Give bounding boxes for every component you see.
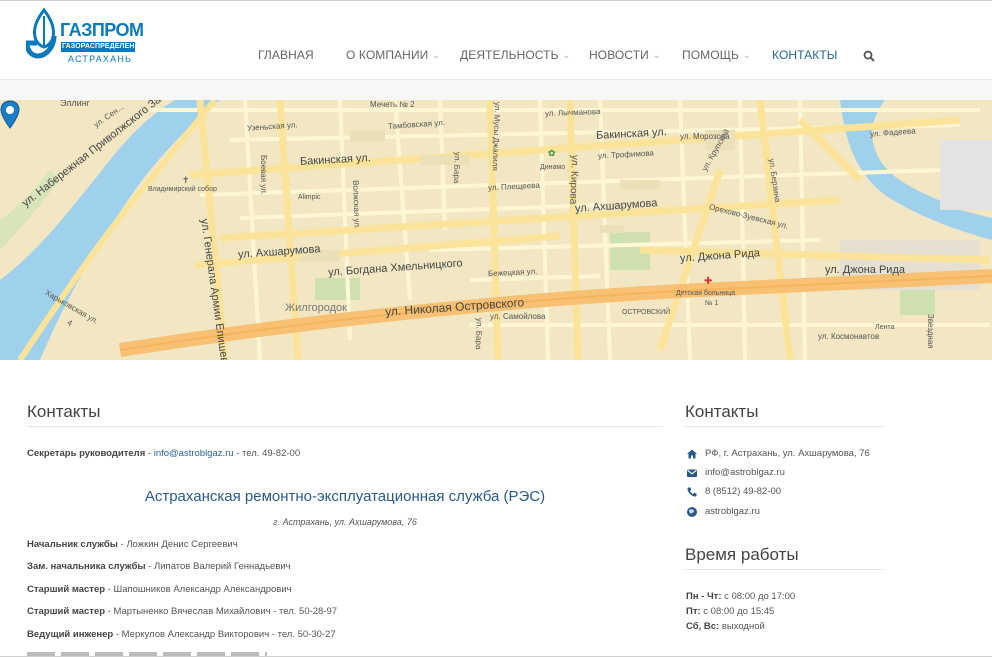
envelope-icon (687, 469, 697, 477)
map-label-volzhskaya: Волжская ул. (351, 180, 362, 230)
hours-row: Пт: с 08:00 до 15:45 (686, 606, 774, 617)
logo-sub1: ГАЗОРАСПРЕДЕЛЕНИЕ (62, 43, 145, 50)
sidebar-contacts-heading: Контакты (685, 402, 759, 421)
staff-person: - Мартыненко Вячеслав Михайлович - тел. … (105, 606, 338, 617)
map-label-vladimirsky: Владимирский собор (148, 186, 217, 193)
map-label-bolnitsa-n: № 1 (705, 300, 719, 307)
search-icon[interactable] (863, 50, 875, 62)
map-label-bara2: ул. Бара (473, 317, 484, 350)
contacts-heading: Контакты (27, 402, 101, 421)
secretary-phone: - тел. 49-82-00 (233, 448, 301, 459)
map-label-elling: Эллинг (60, 100, 90, 108)
hours-time: с 08:00 до 15:45 (700, 606, 775, 617)
map-label-samoylova: ул. Самойлова (490, 312, 546, 321)
res-title: Астраханская ремонтно-эксплуатационная с… (144, 488, 546, 505)
nav-contacts-label: КОНТАКТЫ (772, 48, 838, 62)
secretary-sep: - (145, 448, 154, 459)
stadium-icon: ✿ (548, 148, 556, 158)
hours-days: Пт: (686, 606, 701, 617)
nav-home[interactable]: ГЛАВНАЯ (258, 48, 314, 62)
staff-role: Старший мастер (27, 584, 106, 595)
staff-row: Ведущий инженер - Меркулов Александр Вик… (27, 629, 336, 640)
chevron-down-icon: ⌄ (562, 50, 571, 60)
nav-news[interactable]: НОВОСТИ ⌄ (589, 48, 661, 62)
sidebar-address: РФ, г. Астрахань, ул. Ахшарумова, 76 (705, 448, 870, 459)
nav-about[interactable]: О КОМПАНИИ ⌄ (346, 48, 440, 62)
location-map[interactable]: Эллинг ул. Набережная Приволжского Зато.… (0, 100, 992, 360)
nav-activity-label: ДЕЯТЕЛЬНОСТЬ (460, 48, 559, 62)
staff-person: - Меркулов Александр Викторович - тел. 5… (113, 629, 336, 640)
hours-heading: Время работы (685, 545, 799, 564)
home-icon (687, 449, 697, 459)
logo-word: ГАЗПРОМ (60, 20, 144, 40)
map-label-alimpic: Alimpic (298, 194, 321, 201)
map-label-dzhona2: ул. Джона Рида (825, 264, 905, 276)
header-shadow (0, 80, 992, 100)
staff-role: Зам. начальника службы (27, 561, 146, 572)
hours-time: выходной (719, 621, 765, 632)
secretary-email-link[interactable]: info@astroblgaz.ru (154, 448, 234, 459)
site-header: ГАЗПРОМ ГАЗОРАСПРЕДЕЛЕНИЕ АСТРАХАНЬ ГЛАВ… (0, 1, 992, 80)
map-label-ostrovsky: ОСТРОВСКИЙ (622, 309, 671, 316)
hours-time: с 08:00 до 17:00 (721, 591, 796, 602)
divider (685, 569, 883, 570)
sidebar-phone: 8 (8512) 49-82-00 (705, 486, 782, 497)
nav-help[interactable]: ПОМОЩЬ ⌄ (682, 48, 751, 62)
chevron-down-icon: ⌄ (432, 50, 441, 60)
map-label-borovaya: Боевая ул. (259, 155, 268, 196)
staff-row: Зам. начальника службы - Липатов Валерий… (27, 561, 291, 572)
staff-role: Начальник службы (27, 539, 118, 550)
staff-role: Ведущий инженер (27, 629, 114, 640)
map-pin-icon[interactable] (0, 100, 20, 130)
gazprom-logo[interactable]: ГАЗПРОМ ГАЗОРАСПРЕДЕЛЕНИЕ АСТРАХАНЬ (24, 6, 144, 66)
sidebar-website[interactable]: astroblgaz.ru (705, 506, 760, 517)
divider (685, 426, 883, 427)
globe-icon (687, 507, 697, 517)
staff-person: - Шапошников Александр Александрович (105, 584, 292, 595)
res-address: г. Астрахань, ул. Ахшарумова, 76 (273, 517, 417, 527)
chevron-down-icon: ⌄ (743, 50, 751, 60)
secretary-line: Секретарь руководителя - info@astroblgaz… (27, 448, 300, 459)
hours-row: Сб, Вс: выходной (686, 621, 765, 632)
map-label-kirova: ул. Кирова (567, 154, 580, 205)
map-label-bolnitsa: Детская больница (676, 290, 736, 297)
map-label-zhilgorodok: Жилгородок (285, 302, 347, 314)
staff-row: Старший мастер - Мартыненко Вячеслав Мих… (27, 606, 337, 617)
divider (27, 426, 663, 427)
nav-about-label: О КОМПАНИИ (346, 48, 429, 62)
staff-row: Начальник службы - Ложкин Денис Сергееви… (27, 539, 238, 550)
map-label-mechet: Мечеть № 2 (370, 100, 415, 109)
staff-role: Старший мастер (27, 606, 106, 617)
hours-days: Сб, Вс: (686, 621, 720, 632)
map-label-lenta: Лента (875, 324, 895, 331)
map-label-kosmonavtov: ул. Космонавтов (818, 332, 880, 341)
secretary-role: Секретарь руководителя (27, 448, 146, 459)
map-label-dinamo: Динамо (540, 164, 566, 171)
map-label-lychmanova: ул. Лычманова (544, 107, 601, 118)
phone-icon (687, 487, 697, 497)
nav-contacts[interactable]: КОНТАКТЫ (772, 48, 838, 62)
logo-sub2: АСТРАХАНЬ (68, 54, 133, 64)
map-label-zvezdnaya: Звездная (926, 314, 935, 349)
staff-person: - Липатов Валерий Геннадьевич (145, 561, 291, 572)
map-label-bara: ул. Бара (451, 151, 462, 184)
staff-row: Старший мастер - Шапошников Александр Ал… (27, 584, 292, 595)
sidebar-email[interactable]: info@astroblgaz.ru (705, 467, 785, 478)
nav-help-label: ПОМОЩЬ (682, 48, 740, 62)
hospital-icon: ✚ (704, 276, 713, 287)
nav-home-label: ГЛАВНАЯ (258, 48, 314, 62)
nav-news-label: НОВОСТИ (589, 48, 649, 62)
hours-days: Пн - Чт: (686, 591, 722, 602)
chevron-down-icon: ⌄ (652, 50, 661, 60)
hours-row: Пн - Чт: с 08:00 до 17:00 (686, 591, 795, 602)
nav-activity[interactable]: ДЕЯТЕЛЬНОСТЬ ⌄ (460, 48, 570, 62)
map-label-cross: ✝ (182, 175, 190, 185)
staff-person: - Ложкин Денис Сергеевич (117, 539, 238, 550)
